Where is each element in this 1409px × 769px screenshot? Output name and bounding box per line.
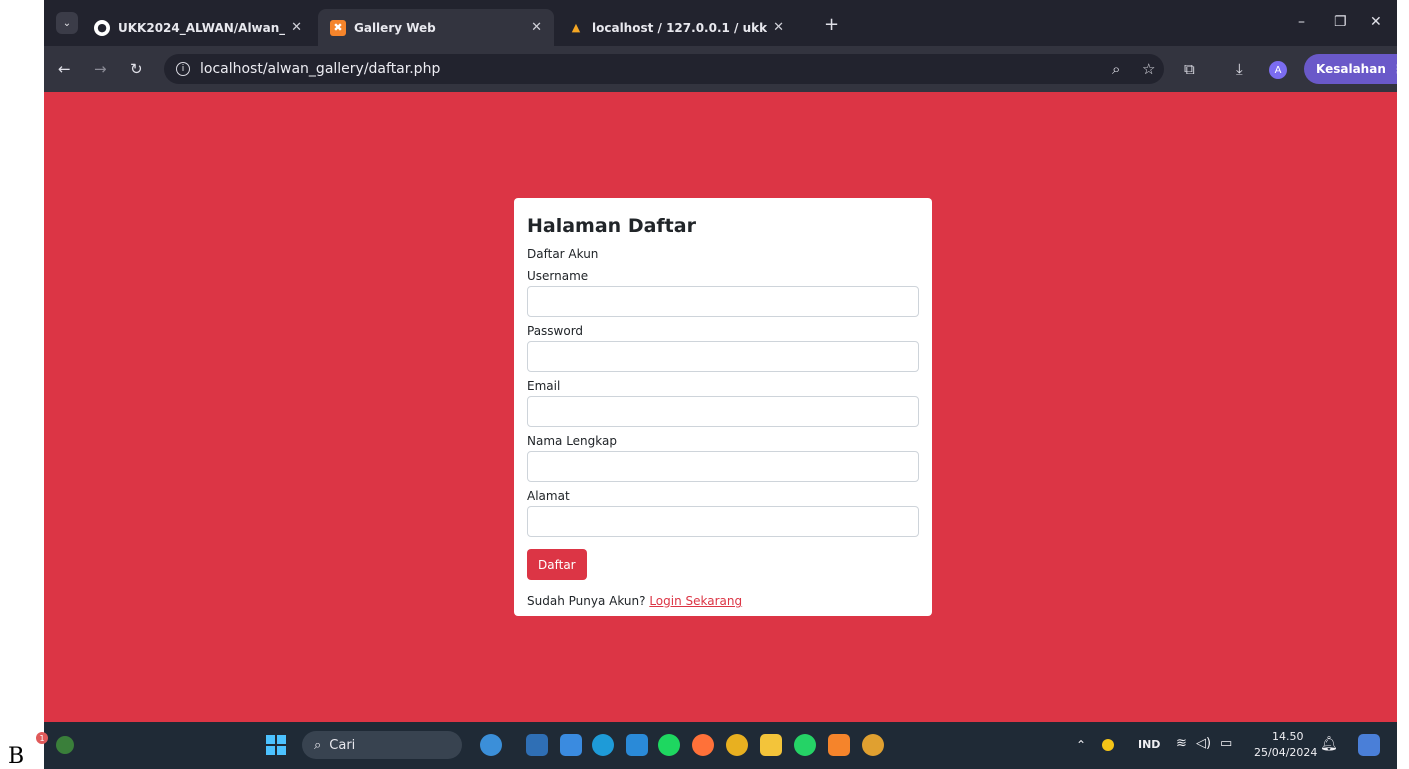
tray-app-icon[interactable] <box>1102 739 1114 751</box>
address-input[interactable] <box>527 506 919 537</box>
tab-github[interactable]: ● UKK2024_ALWAN/Alwan_galle ✕ <box>82 9 314 46</box>
address-text: localhost/alwan_gallery/daftar.php <box>200 61 441 77</box>
address-label: Alamat <box>527 489 570 503</box>
tab-search-button[interactable]: ⌄ <box>56 12 78 34</box>
tab-title: Gallery Web <box>354 20 436 35</box>
clock-time[interactable]: 14.50 <box>1272 730 1304 743</box>
username-input[interactable] <box>527 286 919 317</box>
tab-title: UKK2024_ALWAN/Alwan_galle <box>118 20 286 35</box>
page-body: Halaman Daftar Daftar Akun Username Pass… <box>44 92 1397 722</box>
firefox-icon[interactable] <box>692 734 714 756</box>
full-name-label: Nama Lengkap <box>527 434 617 448</box>
vscode-icon[interactable] <box>626 734 648 756</box>
widgets-icon[interactable] <box>56 736 74 754</box>
login-prompt: Sudah Punya Akun? Login Sekarang <box>527 594 919 608</box>
copilot-icon[interactable] <box>480 734 502 756</box>
email-input[interactable] <box>527 396 919 427</box>
browser-toolbar: ← → ↻ i localhost/alwan_gallery/daftar.p… <box>44 46 1397 92</box>
app-icon[interactable] <box>526 734 548 756</box>
widget-badge: 1 <box>36 732 48 744</box>
page-subtitle: Daftar Akun <box>527 247 599 261</box>
login-link[interactable]: Login Sekarang <box>649 594 742 608</box>
reload-icon[interactable]: ↻ <box>130 60 143 78</box>
windows-taskbar: ⌕ Cari ⌃ IND ≋ ◁) ▭ 14.50 25/04/2024 🔔︎ <box>44 722 1397 769</box>
forward-arrow-icon[interactable]: → <box>94 60 107 78</box>
notification-bell-icon[interactable]: 🔔︎ <box>1320 736 1338 752</box>
login-prompt-text: Sudah Punya Akun? <box>527 594 646 608</box>
site-info-icon[interactable]: i <box>176 62 190 76</box>
profile-avatar[interactable]: A <box>1269 61 1287 79</box>
phpmyadmin-icon: ▲ <box>571 21 581 34</box>
error-pill-label: Kesalahan <box>1316 62 1386 76</box>
volume-icon[interactable]: ◁) <box>1196 736 1211 751</box>
chevron-down-icon: ⌄ <box>62 17 72 29</box>
download-icon[interactable]: ⤓ <box>1236 60 1243 78</box>
close-icon[interactable]: ✕ <box>773 20 784 35</box>
github-icon: ● <box>94 19 110 36</box>
whatsapp-icon[interactable] <box>794 734 816 756</box>
windows-start-icon[interactable] <box>266 735 286 755</box>
register-card: Halaman Daftar Daftar Akun Username Pass… <box>514 198 932 616</box>
wifi-icon[interactable]: ≋ <box>1176 736 1187 751</box>
minimize-icon[interactable]: – <box>1298 14 1305 30</box>
tab-phpmyadmin[interactable]: ▲ localhost / 127.0.0.1 / ukk2024 ✕ <box>556 9 796 46</box>
corner-letter: B <box>8 744 25 769</box>
username-label: Username <box>527 269 589 283</box>
new-tab-button[interactable]: + <box>824 14 839 35</box>
register-button[interactable]: Daftar <box>527 549 587 580</box>
address-bar[interactable]: i localhost/alwan_gallery/daftar.php <box>164 54 1164 84</box>
copilot-tray-icon[interactable] <box>1358 734 1380 756</box>
xampp-taskbar-icon[interactable] <box>828 734 850 756</box>
file-explorer-icon[interactable] <box>760 734 782 756</box>
edge-icon[interactable] <box>592 734 614 756</box>
page-title: Halaman Daftar <box>527 215 696 237</box>
zoom-icon[interactable]: ⌕ <box>1112 60 1120 78</box>
xampp-icon: ✖ <box>330 19 346 36</box>
email-label: Email <box>527 379 561 393</box>
search-icon: ⌕ <box>314 737 322 753</box>
browser-tab-strip: ⌄ ● UKK2024_ALWAN/Alwan_galle ✕ ✖ Galler… <box>44 0 1397 46</box>
back-arrow-icon[interactable]: ← <box>58 60 71 78</box>
tab-gallery-web[interactable]: ✖ Gallery Web ✕ <box>318 9 554 46</box>
clock-date[interactable]: 25/04/2024 <box>1254 746 1317 759</box>
desktop-screen: ⌄ ● UKK2024_ALWAN/Alwan_galle ✕ ✖ Galler… <box>44 0 1397 769</box>
language-indicator[interactable]: IND <box>1138 738 1160 751</box>
restore-icon[interactable]: ❐ <box>1334 14 1347 30</box>
full-name-input[interactable] <box>527 451 919 482</box>
taskbar-search[interactable]: ⌕ Cari <box>302 731 462 759</box>
password-input[interactable] <box>527 341 919 372</box>
close-icon[interactable]: ✕ <box>531 20 542 35</box>
chrome-icon[interactable] <box>726 734 748 756</box>
menu-dots-icon: ⋮ <box>1392 62 1397 76</box>
error-pill-button[interactable]: Kesalahan ⋮ <box>1304 54 1397 84</box>
close-icon[interactable]: ✕ <box>291 20 302 35</box>
mail-icon[interactable] <box>560 734 582 756</box>
bookmark-star-icon[interactable]: ☆ <box>1142 60 1155 78</box>
spotify-icon[interactable] <box>658 734 680 756</box>
battery-icon[interactable]: ▭ <box>1220 736 1232 751</box>
tab-title: localhost / 127.0.0.1 / ukk2024 <box>592 20 768 35</box>
close-window-icon[interactable]: ✕ <box>1370 14 1382 30</box>
taskbar-search-placeholder: Cari <box>329 737 356 753</box>
chrome-profile-icon[interactable] <box>862 734 884 756</box>
chevron-up-icon[interactable]: ⌃ <box>1076 738 1086 752</box>
extensions-icon[interactable]: ⧉ <box>1184 60 1195 78</box>
password-label: Password <box>527 324 584 338</box>
